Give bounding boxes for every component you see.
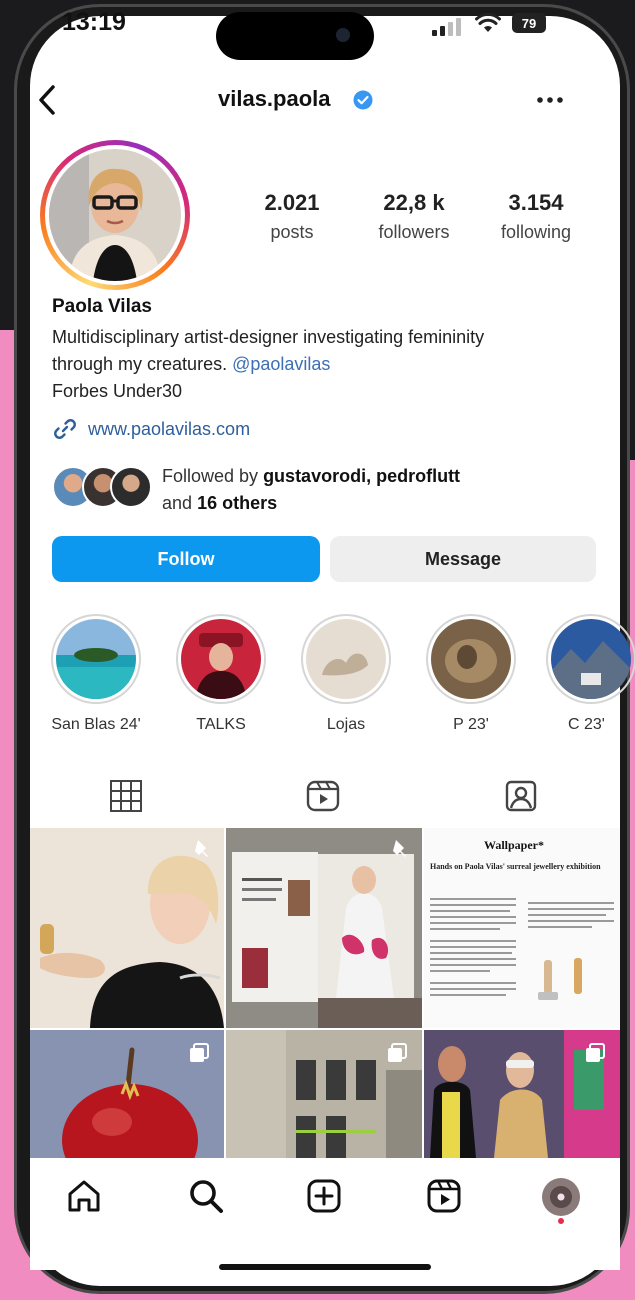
pinned-icon <box>195 840 208 857</box>
followed-by-users: gustavorodi, pedroflutt <box>263 466 461 486</box>
followed-by-avatars[interactable] <box>52 466 162 510</box>
stat-following-label: following <box>500 222 572 242</box>
followed-by-and: and <box>162 493 193 513</box>
highlight-label: P 23' <box>453 716 489 733</box>
stat-posts-label: posts <box>270 222 314 242</box>
stat-following-value: 3.154 <box>508 190 564 215</box>
profile-name: Paola Vilas <box>52 296 152 317</box>
post-thumbnail[interactable] <box>226 828 422 1028</box>
stat-followers-label: followers <box>378 222 450 242</box>
stat-followers-value: 22,8 k <box>383 190 445 215</box>
followed-by-line-2: and 16 others <box>162 490 460 517</box>
highlight-label: C 23' <box>568 716 605 733</box>
search-icon[interactable] <box>186 1176 226 1216</box>
status-time: 13:19 <box>62 8 126 36</box>
post-headline: Hands on Paola Vilas' surreal jewellery … <box>430 862 601 871</box>
website-link[interactable]: www.paolavilas.com <box>52 416 250 442</box>
link-icon <box>54 419 76 439</box>
bio-mention-link[interactable]: @paolavilas <box>232 354 330 374</box>
follower-avatar <box>110 466 152 508</box>
notification-dot <box>558 1218 564 1224</box>
followed-by-line-1: Followed by gustavorodi, pedroflutt <box>162 463 460 490</box>
reels-tab-icon[interactable] <box>303 776 343 816</box>
stat-posts[interactable]: 2.021 posts <box>232 190 352 243</box>
bio-line-2-text: through my creatures. <box>52 354 228 374</box>
highlight-label: TALKS <box>196 716 246 733</box>
website-link-text[interactable]: www.paolavilas.com <box>88 419 250 440</box>
highlight-thumbnail <box>431 619 511 699</box>
post-masthead: Wallpaper* <box>484 838 545 852</box>
battery-level: 79 <box>521 15 537 31</box>
highlight-label: Lojas <box>326 716 366 733</box>
profile-username: vilas.paola <box>218 86 331 111</box>
highlight-thumbnail <box>551 619 631 699</box>
stat-following[interactable]: 3.154 following <box>476 190 596 243</box>
message-button[interactable]: Message <box>330 536 596 582</box>
multiple-photos-icon <box>388 1043 407 1062</box>
bottom-navigation <box>30 1158 620 1270</box>
profile-avatar[interactable] <box>40 140 190 290</box>
tagged-tab-icon[interactable] <box>501 776 541 816</box>
post-thumbnail[interactable] <box>424 1030 620 1158</box>
post-article-body <box>430 898 614 1000</box>
highlight-thumbnail <box>56 619 136 699</box>
post-thumbnail[interactable] <box>30 1030 224 1158</box>
bio-line-1: Multidisciplinary artist-designer invest… <box>52 327 485 347</box>
home-icon[interactable] <box>64 1176 104 1216</box>
highlight-label: San Blas 24' <box>51 716 141 733</box>
stat-posts-value: 2.021 <box>264 190 320 215</box>
home-indicator[interactable] <box>219 1264 431 1270</box>
highlight-p23[interactable]: P 23' <box>421 614 521 734</box>
multiple-photos-icon <box>190 1043 209 1062</box>
wifi-icon <box>475 12 501 32</box>
grid-tab-icon[interactable] <box>106 776 146 816</box>
highlight-san-blas[interactable]: San Blas 24' <box>46 614 146 734</box>
dynamic-island <box>216 12 374 60</box>
highlight-thumbnail <box>306 619 386 699</box>
create-post-icon[interactable] <box>304 1176 344 1216</box>
followed-by-prefix: Followed by <box>162 466 259 486</box>
profile-bio: Multidisciplinary artist-designer invest… <box>52 324 612 405</box>
followed-by-text[interactable]: Followed by gustavorodi, pedroflutt and … <box>162 463 460 517</box>
post-thumbnail[interactable] <box>226 1030 422 1158</box>
reels-icon[interactable] <box>424 1176 464 1216</box>
profile-avatar-nav[interactable] <box>542 1178 580 1216</box>
signal-icon <box>432 16 464 36</box>
camera-dot <box>336 28 350 42</box>
multiple-photos-icon <box>586 1043 605 1062</box>
pinned-icon <box>393 840 406 857</box>
avatar-photo <box>49 149 181 281</box>
followed-by-others: 16 others <box>197 493 278 513</box>
stat-followers[interactable]: 22,8 k followers <box>354 190 474 243</box>
highlight-thumbnail <box>181 619 261 699</box>
back-icon[interactable] <box>34 82 60 118</box>
verified-badge-icon <box>353 90 373 110</box>
highlight-talks[interactable]: TALKS <box>171 614 271 734</box>
highlight-lojas[interactable]: Lojas <box>296 614 396 734</box>
battery-icon: 79 <box>512 13 546 33</box>
bio-line-3: Forbes Under30 <box>52 381 183 401</box>
post-thumbnail[interactable] <box>30 828 224 1028</box>
bio-line-2: through my creatures. @paolavilas <box>52 351 612 378</box>
more-options-icon[interactable] <box>536 96 564 104</box>
posts-grid: Wallpaper* Hands on Paola Vilas' surreal… <box>30 828 620 1158</box>
follow-button[interactable]: Follow <box>52 536 320 582</box>
highlight-c23[interactable]: C 23' <box>546 614 635 734</box>
post-thumbnail[interactable]: Wallpaper* Hands on Paola Vilas' surreal… <box>424 828 620 1028</box>
